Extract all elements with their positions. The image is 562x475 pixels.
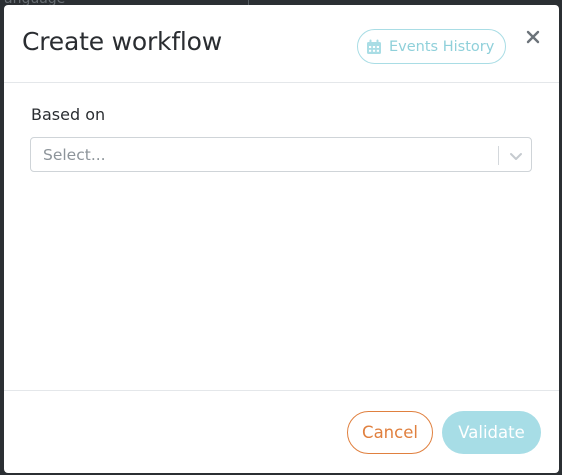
chevron-down-icon[interactable] — [507, 147, 525, 165]
modal-footer: Cancel Validate — [4, 390, 559, 473]
cancel-button[interactable]: Cancel — [347, 411, 433, 454]
modal-header: Create workflow Events History — [4, 5, 559, 83]
events-history-button[interactable]: Events History — [357, 29, 506, 64]
modal-title: Create workflow — [22, 27, 223, 56]
based-on-label: Based on — [31, 105, 106, 124]
select-placeholder: Select... — [43, 146, 106, 164]
create-workflow-modal: Create workflow Events History Based on … — [4, 5, 559, 473]
select-separator — [498, 146, 499, 165]
validate-button[interactable]: Validate — [442, 411, 541, 454]
based-on-select[interactable]: Select... — [30, 137, 532, 172]
calendar-icon — [366, 39, 382, 55]
events-history-label: Events History — [389, 38, 495, 55]
close-icon[interactable] — [523, 27, 543, 47]
